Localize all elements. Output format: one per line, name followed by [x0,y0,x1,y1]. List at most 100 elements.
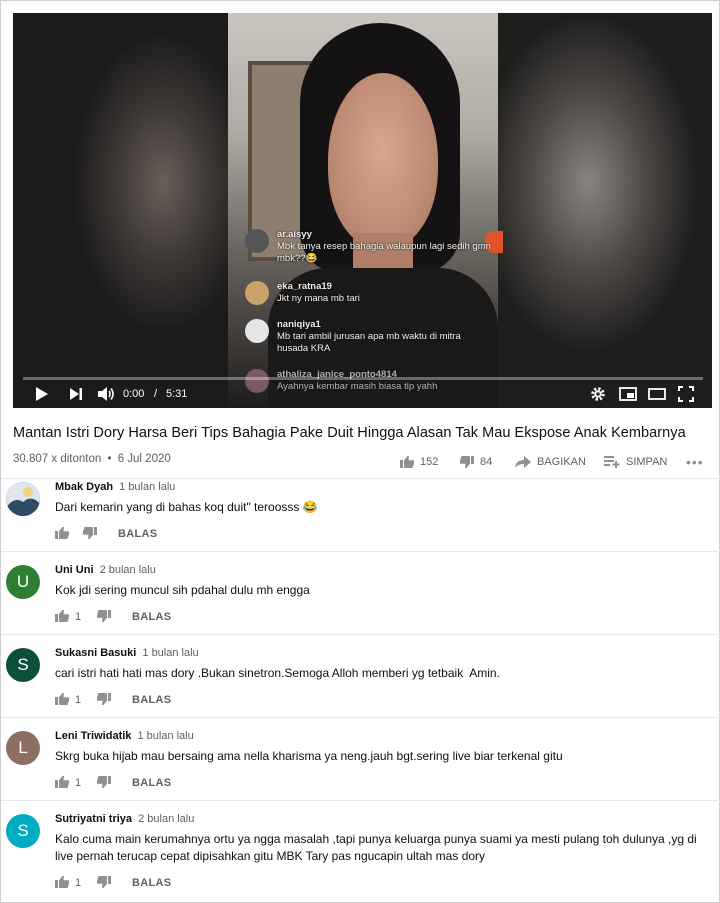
live-comment-message: Mb tari ambil jurusan apa mb waktu di mi… [277,331,461,354]
live-comment-user: naniqiya1 [277,319,321,330]
comment-time[interactable]: 2 bulan lalu [138,813,194,825]
video-title: Mantan Istri Dory Harsa Beri Tips Bahagi… [13,425,686,441]
theater-mode-button[interactable] [646,384,668,404]
video-player[interactable]: ar.aisyy Mbk tanya resep bahagia walaupu… [13,13,712,408]
share-label: BAGIKAN [537,456,586,468]
save-button[interactable]: SIMPAN [604,453,667,471]
divider [1,551,720,552]
thumbs-up-icon [55,527,69,539]
avatar-image [6,482,40,516]
avatar[interactable] [6,482,40,516]
comment-dislike-button[interactable] [97,610,111,625]
divider [1,717,720,718]
comment-author[interactable]: Leni Triwidatik [55,730,131,742]
comment-time[interactable]: 2 bulan lalu [100,564,156,576]
comment-dislike-button[interactable] [97,693,111,708]
live-comment-avatar [245,281,269,305]
comment-author[interactable]: Sukasni Basuki [55,647,136,659]
comment-author[interactable]: Mbak Dyah [55,481,113,493]
next-button[interactable] [65,384,87,404]
thumbs-up-icon [400,456,414,468]
like-button[interactable]: 152 [400,453,438,471]
dislike-button[interactable]: 84 [460,453,492,471]
comment-text: Skrg buka hijab mau bersaing ama nella k… [55,749,563,763]
avatar[interactable]: S [6,648,40,682]
reply-button[interactable]: BALAS [132,611,171,623]
page-frame: ar.aisyy Mbk tanya resep bahagia walaupu… [0,0,720,903]
person-face [328,73,438,248]
view-count: 30.807 x ditonton [13,453,102,465]
divider [1,478,720,479]
share-arrow-icon [515,456,531,468]
divider [1,800,720,801]
time-current: 0:00 [123,388,145,400]
like-count: 152 [420,456,439,468]
avatar[interactable]: L [6,731,40,765]
comment-like-button[interactable] [55,527,69,542]
miniplayer-icon [619,387,637,401]
avatar[interactable]: U [6,565,40,599]
play-button[interactable] [31,384,53,404]
live-comment-avatar [245,319,269,343]
upload-date: 6 Jul 2020 [117,453,171,465]
thumbs-up-icon [55,693,69,705]
comment-dislike-button[interactable] [97,776,111,791]
fullscreen-icon [678,386,694,402]
comment-text: Kok jdi sering muncul sih pdahal dulu mh… [55,583,310,597]
comment-like-button[interactable] [55,876,69,891]
thumbs-down-icon [83,527,97,539]
comment-like-button[interactable] [55,693,69,708]
comment-text: Dari kemarin yang di bahas koq duit" ter… [55,500,318,514]
comment-time[interactable]: 1 bulan lalu [142,647,198,659]
comment-dislike-button[interactable] [97,876,111,891]
miniplayer-button[interactable] [617,384,639,404]
thumbs-up-icon [55,610,69,622]
avatar[interactable]: S [6,814,40,848]
comment-author[interactable]: Sutriyatni triya [55,813,132,825]
fullscreen-button[interactable] [675,384,697,404]
comment-like-count: 1 [75,611,82,623]
thumbs-down-icon [460,456,474,468]
thumbs-down-icon [97,776,111,788]
thumbs-up-icon [55,876,69,888]
player-controls: 0:00 / 5:31 [13,380,712,408]
skip-next-icon [70,388,82,400]
live-comment-user: ar.aisyy [277,229,312,240]
share-button[interactable]: BAGIKAN [515,453,586,471]
reply-button[interactable]: BALAS [132,694,171,706]
reply-button[interactable]: BALAS [132,777,171,789]
live-comment-message: Jkt ny mana mb tari [277,293,360,304]
comment-time[interactable]: 1 bulan lalu [137,730,193,742]
time-separator: / [154,388,158,400]
comment-time[interactable]: 1 bulan lalu [119,481,175,493]
comment-like-count: 1 [75,694,82,706]
play-icon [36,387,48,401]
playlist-add-icon [604,456,620,468]
comment-dislike-button[interactable] [83,527,97,542]
comment-text: Kalo cuma main kerumahnya ortu ya ngga m… [55,832,697,863]
more-actions-button[interactable]: ••• [686,453,704,471]
comment-author[interactable]: Uni Uni [55,564,94,576]
theater-icon [648,388,666,400]
live-comment-avatar [245,229,269,253]
comment-like-count: 1 [75,877,82,889]
thumbs-down-icon [97,693,111,705]
gear-icon [591,387,605,401]
reply-button[interactable]: BALAS [118,528,157,540]
settings-button[interactable] [588,384,608,404]
dislike-count: 84 [480,456,493,468]
volume-button[interactable] [95,384,117,404]
live-comment-message: Mbk tanya resep bahagia walaupun lagi se… [277,241,491,264]
comment-text: cari istri hati hati mas dory .Bukan sin… [55,666,500,680]
time-total: 5:31 [166,388,188,400]
live-comment-user: eka_ratna19 [277,281,332,292]
video-blur-left [13,13,228,408]
volume-icon [98,387,114,401]
reply-button[interactable]: BALAS [132,877,171,889]
thumbs-down-icon [97,610,111,622]
comment-like-button[interactable] [55,610,69,625]
thumbs-up-icon [55,776,69,788]
comment-like-button[interactable] [55,776,69,791]
thumbs-down-icon [97,876,111,888]
comment-like-count: 1 [75,777,82,789]
